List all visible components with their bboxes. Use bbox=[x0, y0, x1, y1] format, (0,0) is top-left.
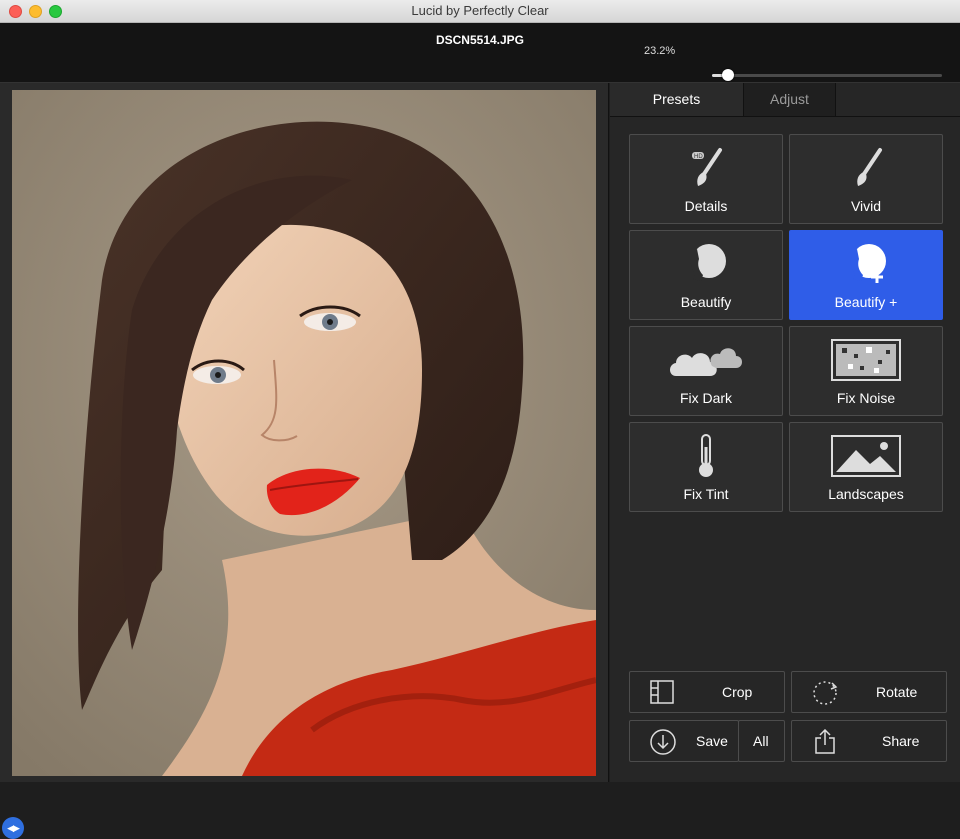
face-profile-icon bbox=[630, 241, 782, 287]
preset-vivid[interactable]: Vivid bbox=[789, 134, 943, 224]
share-label: Share bbox=[882, 733, 920, 749]
window-title: Lucid by Perfectly Clear bbox=[411, 3, 549, 18]
save-label: Save bbox=[696, 733, 728, 749]
preset-label: Beautify bbox=[680, 294, 732, 310]
noise-icon bbox=[790, 337, 942, 383]
file-name: DSCN5514.JPG bbox=[435, 33, 525, 47]
preset-beautify-plus[interactable]: Beautify + bbox=[789, 230, 943, 320]
thermometer-icon bbox=[630, 433, 782, 479]
save-button[interactable]: Save bbox=[629, 720, 739, 762]
share-button[interactable]: Share bbox=[791, 720, 947, 762]
zoom-level: 23.2% bbox=[644, 45, 676, 57]
preset-fix-dark[interactable]: Fix Dark bbox=[629, 326, 783, 416]
rotate-icon bbox=[812, 680, 838, 709]
preset-label: Landscapes bbox=[828, 486, 904, 502]
window-titlebar: Lucid by Perfectly Clear bbox=[0, 0, 960, 23]
crop-button[interactable]: Crop bbox=[629, 671, 785, 713]
preset-label: Fix Tint bbox=[683, 486, 729, 502]
crop-icon bbox=[650, 680, 674, 707]
panel-tabs: Presets Adjust bbox=[610, 83, 960, 117]
brush-hd-icon: HD bbox=[630, 145, 782, 191]
preset-label: Fix Dark bbox=[679, 390, 733, 406]
preset-label: Details bbox=[684, 198, 728, 214]
preset-beautify[interactable]: Beautify bbox=[629, 230, 783, 320]
portrait-photo bbox=[12, 90, 596, 776]
face-profile-plus-icon bbox=[790, 241, 942, 287]
rotate-button[interactable]: Rotate bbox=[791, 671, 947, 713]
zoom-slider[interactable] bbox=[712, 69, 942, 81]
compare-toggle-button[interactable]: ◀▶ bbox=[2, 817, 24, 839]
preset-fix-noise[interactable]: Fix Noise bbox=[789, 326, 943, 416]
image-canvas: ◀▶ bbox=[0, 83, 609, 839]
save-all-label: All bbox=[753, 733, 769, 749]
right-panel: Presets Adjust HD Details Vivid Beautify… bbox=[610, 83, 960, 782]
share-icon bbox=[814, 728, 836, 758]
crop-label: Crop bbox=[722, 684, 753, 700]
save-all-button[interactable]: All bbox=[738, 720, 785, 762]
tab-presets[interactable]: Presets bbox=[610, 83, 744, 116]
download-icon bbox=[650, 729, 676, 758]
preset-label: Vivid bbox=[850, 198, 882, 214]
preset-landscapes[interactable]: Landscapes bbox=[789, 422, 943, 512]
clouds-icon bbox=[630, 337, 782, 383]
landscape-icon bbox=[790, 433, 942, 479]
preset-fix-tint[interactable]: Fix Tint bbox=[629, 422, 783, 512]
zoom-slider-thumb[interactable] bbox=[722, 69, 735, 81]
brush-icon bbox=[790, 145, 942, 191]
svg-text:HD: HD bbox=[694, 154, 703, 160]
preset-label: Fix Noise bbox=[836, 390, 896, 406]
rotate-label: Rotate bbox=[876, 684, 918, 700]
tab-adjust[interactable]: Adjust bbox=[744, 83, 836, 116]
top-toolbar: DSCN5514.JPG 23.2% bbox=[0, 23, 960, 83]
preset-label: Beautify + bbox=[834, 294, 898, 310]
preset-details[interactable]: HD Details bbox=[629, 134, 783, 224]
